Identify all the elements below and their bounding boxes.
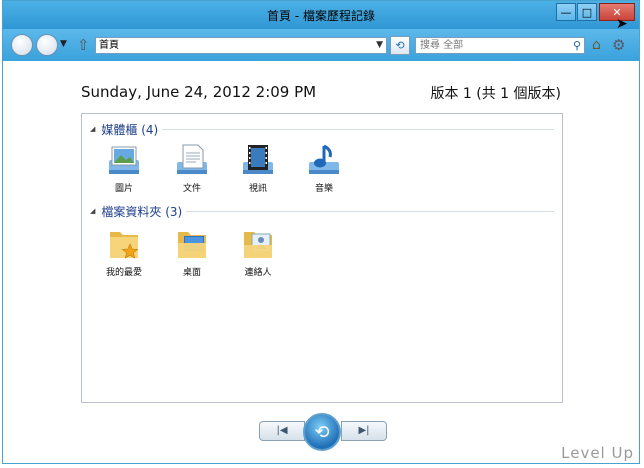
toolbar: ▼ ⇧ 首頁 ▼ ⟲ 搜尋 全部 ⚲ ⌂ ⚙ <box>3 29 639 61</box>
next-version-button[interactable]: ▶| <box>341 421 387 441</box>
search-input[interactable]: 搜尋 全部 ⚲ <box>415 37 585 54</box>
forward-button[interactable] <box>36 34 58 56</box>
address-bar[interactable]: 首頁 ▼ <box>95 37 387 54</box>
window-title: 首頁 - 檔案歷程記錄 <box>267 9 375 23</box>
files-panel: ◢ 媒體櫃 (4) 圖片 文件 視訊 音樂 ◢ 檔案資料夾 (3) 我的最愛 桌… <box>81 113 563 403</box>
playback-controls: |◀ ⟲ ▶| <box>257 413 387 451</box>
collapse-arrow-icon[interactable]: ◢ <box>90 125 95 133</box>
item-label: 連絡人 <box>244 268 272 278</box>
up-arrow-icon[interactable]: ⇧ <box>77 36 90 54</box>
group-divider <box>162 129 554 130</box>
pictures-library-icon <box>106 142 142 178</box>
file-history-window: 首頁 - 檔案歷程記錄 — □ ✕ ▼ ⇧ 首頁 ▼ ⟲ 搜尋 全部 ⚲ ⌂ ⚙… <box>2 0 640 464</box>
item-label: 我的最愛 <box>105 268 142 278</box>
restore-button[interactable]: ⟲ <box>303 413 341 451</box>
recent-locations-dropdown-icon[interactable]: ▼ <box>60 39 67 49</box>
backup-date: Sunday, June 24, 2012 2:09 PM <box>81 83 317 101</box>
address-text: 首頁 <box>99 40 119 51</box>
home-icon[interactable]: ⌂ <box>592 37 601 53</box>
mouse-cursor-icon: ➤ <box>616 16 628 32</box>
search-placeholder: 搜尋 全部 <box>420 40 464 51</box>
folder-item-contacts[interactable]: 連絡人 <box>228 226 288 278</box>
documents-library-icon <box>174 142 210 178</box>
version-info: 版本 1 (共 1 個版本) <box>430 86 561 102</box>
music-library-icon <box>306 142 342 178</box>
previous-version-button[interactable]: |◀ <box>259 421 305 441</box>
library-item-documents[interactable]: 文件 <box>162 142 222 194</box>
favorites-folder-icon <box>106 226 142 262</box>
desktop-folder-icon <box>174 226 210 262</box>
library-item-pictures[interactable]: 圖片 <box>94 142 154 194</box>
library-item-videos[interactable]: 視訊 <box>228 142 288 194</box>
group-header-libraries[interactable]: ◢ 媒體櫃 (4) <box>90 122 159 137</box>
item-label: 視訊 <box>248 184 267 194</box>
collapse-arrow-icon[interactable]: ◢ <box>90 207 95 215</box>
library-item-music[interactable]: 音樂 <box>294 142 354 194</box>
item-label: 桌面 <box>182 268 201 278</box>
back-button[interactable] <box>11 34 33 56</box>
chevron-down-icon[interactable]: ▼ <box>376 38 383 53</box>
watermark: Level Up <box>561 444 634 462</box>
item-label: 音樂 <box>314 184 333 194</box>
contacts-folder-icon <box>240 226 276 262</box>
minimize-button[interactable]: — <box>556 3 576 21</box>
group-divider <box>186 211 554 212</box>
item-label: 文件 <box>182 184 201 194</box>
item-label: 圖片 <box>114 184 133 194</box>
videos-library-icon <box>240 142 276 178</box>
refresh-icon[interactable]: ⟲ <box>390 36 410 55</box>
group-header-folders[interactable]: ◢ 檔案資料夾 (3) <box>90 204 183 219</box>
gear-icon[interactable]: ⚙ <box>612 36 625 54</box>
restore-icon: ⟲ <box>314 421 330 443</box>
search-icon[interactable]: ⚲ <box>573 38 581 53</box>
folder-item-desktop[interactable]: 桌面 <box>162 226 222 278</box>
maximize-button[interactable]: □ <box>577 3 597 21</box>
folder-item-favorites[interactable]: 我的最愛 <box>94 226 154 278</box>
group-label: 檔案資料夾 (3) <box>101 204 183 219</box>
title-bar[interactable]: 首頁 - 檔案歷程記錄 — □ ✕ <box>3 1 639 29</box>
group-label: 媒體櫃 (4) <box>101 122 159 137</box>
content-area: Sunday, June 24, 2012 2:09 PM 版本 1 (共 1 … <box>3 61 639 463</box>
